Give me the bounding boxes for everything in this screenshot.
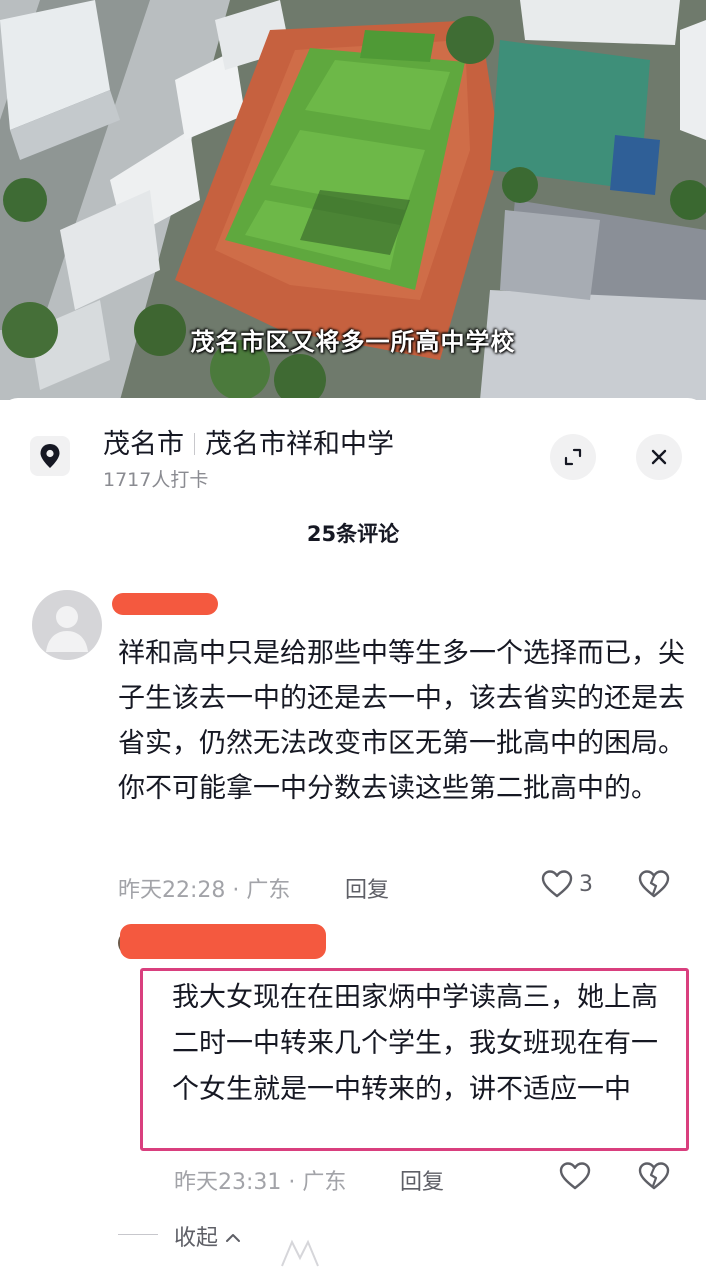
avatar[interactable] — [32, 590, 102, 660]
comment-count: 25条评论 — [306, 522, 400, 546]
location-pin-icon[interactable] — [30, 436, 70, 476]
dislike-broken-heart-icon[interactable] — [637, 868, 671, 900]
checkin-count: 1717人打卡 — [103, 469, 209, 491]
reply-comment-text: 我大女现在在田家炳中学读高三，她上高二时一中转来几个学生，我女班现在有一个女生就… — [172, 982, 658, 1105]
close-button[interactable] — [636, 434, 682, 480]
redacted-username — [112, 593, 218, 615]
reply-button[interactable]: 回复 — [400, 1164, 444, 1196]
chevron-up-icon — [226, 1234, 241, 1242]
reply-button[interactable]: 回复 — [345, 872, 389, 904]
location-place: 茂名市祥和中学 — [205, 429, 394, 460]
comment-timestamp: 昨天22:28 · 广东 — [118, 878, 291, 903]
redacted-username — [120, 924, 326, 959]
collapse-divider — [118, 1234, 158, 1235]
watermark-logo-icon — [281, 1239, 319, 1267]
dislike-broken-heart-icon[interactable] — [637, 1160, 671, 1192]
location-city: 茂名市 — [103, 429, 184, 460]
expand-icon — [564, 448, 582, 466]
location-title[interactable]: 茂名市 茂名市祥和中学 — [103, 422, 394, 461]
comment-text: 祥和高中只是给那些中等生多一个选择而已，尖子生该去一中的还是去一中，该去省实的还… — [118, 638, 685, 804]
like-heart-icon[interactable] — [540, 868, 574, 900]
expand-button[interactable] — [550, 434, 596, 480]
like-count: 3 — [579, 872, 593, 897]
collapse-label: 收起 — [174, 1226, 219, 1251]
video-frame[interactable]: 茂名市区又将多一所高中学校 — [0, 0, 706, 400]
watermark — [278, 1236, 468, 1276]
like-heart-icon[interactable] — [558, 1160, 592, 1192]
comment-sheet: 茂名市 茂名市祥和中学 1717人打卡 25条评论 祥和高中只是给那些中等生多一个… — [0, 398, 706, 1280]
video-caption: 茂名市区又将多一所高中学校 — [190, 328, 516, 356]
close-icon — [651, 449, 667, 465]
reply-timestamp: 昨天23:31 · 广东 — [174, 1170, 347, 1195]
title-divider — [194, 433, 195, 455]
default-avatar-icon — [46, 606, 88, 652]
collapse-replies-button[interactable]: 收起 — [174, 1220, 241, 1252]
